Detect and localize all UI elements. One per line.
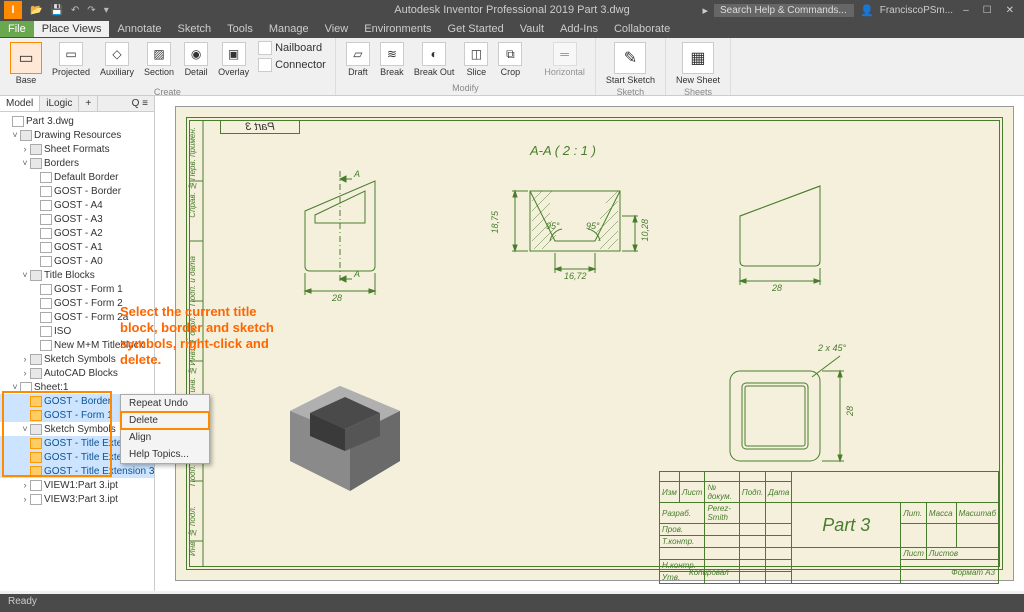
help-search-input[interactable]: Search Help & Commands...	[714, 4, 854, 17]
section-title: A-A ( 2 : 1 )	[530, 143, 596, 158]
btn-auxiliary[interactable]: ◇Auxiliary	[96, 40, 138, 79]
btn-crop[interactable]: ⧉Crop	[494, 40, 526, 79]
app-logo: I	[4, 1, 22, 19]
tree-borders-folder[interactable]: ˅Borders	[0, 156, 154, 170]
btn-base[interactable]: ▭Base	[6, 40, 46, 87]
tree-tb-item[interactable]: GOST - Form 2a	[0, 310, 154, 324]
tab-sketch[interactable]: Sketch	[170, 21, 220, 37]
tree-border-item[interactable]: GOST - A1	[0, 240, 154, 254]
tree-border-item[interactable]: GOST - A2	[0, 226, 154, 240]
ctx-delete[interactable]: Delete	[121, 412, 209, 429]
tree-titleblocks-folder[interactable]: ˅Title Blocks	[0, 268, 154, 282]
sheet-top-label: Part 3	[220, 120, 300, 134]
ribbon-tabs: File Place Views Annotate Sketch Tools M…	[0, 20, 1024, 38]
signin-icon[interactable]: 👤	[860, 4, 874, 17]
tree-view[interactable]: ›VIEW3:Part 3.ipt	[0, 492, 154, 506]
tree-drawing-resources[interactable]: ˅Drawing Resources	[0, 128, 154, 142]
search-icon: ▸	[702, 4, 708, 17]
ctx-repeat-undo[interactable]: Repeat Undo	[121, 395, 209, 412]
btn-detail[interactable]: ◉Detail	[180, 40, 212, 79]
tree-sketch-symbols[interactable]: ›Sketch Symbols	[0, 352, 154, 366]
tree-autocad-blocks[interactable]: ›AutoCAD Blocks	[0, 366, 154, 380]
view-front: A A 28	[270, 151, 410, 311]
qat-open-icon[interactable]: 📂	[30, 5, 42, 16]
close-icon[interactable]: ✕	[1002, 5, 1018, 16]
group-modify: Modify	[342, 83, 589, 93]
btn-nailboard[interactable]: Nailboard	[255, 40, 329, 56]
tree-tb-item[interactable]: ISO	[0, 324, 154, 338]
status-bar: Ready	[0, 594, 1024, 612]
btn-breakout[interactable]: ◐Break Out	[410, 40, 459, 79]
window-title: Autodesk Inventor Professional 2019 Part…	[394, 4, 629, 16]
tab-environments[interactable]: Environments	[356, 21, 439, 37]
view-side: 28	[710, 161, 860, 311]
maximize-icon[interactable]: ☐	[979, 5, 996, 16]
side-grid	[190, 121, 204, 566]
model-browser: Model iLogic + Q ≡ Part 3.dwg ˅Drawing R…	[0, 96, 155, 591]
browser-tab-ilogic[interactable]: iLogic	[40, 96, 79, 111]
view-section: 16,72 18,75 10,28 95° 95°	[480, 161, 660, 311]
title-block: ИзмЛист№ докум.Подп.Дата Разраб.Perez-Sm…	[659, 471, 999, 566]
qat-more-icon[interactable]: ▾	[104, 5, 109, 16]
ctx-help[interactable]: Help Topics...	[121, 446, 209, 463]
tab-get-started[interactable]: Get Started	[440, 21, 512, 37]
tab-place-views[interactable]: Place Views	[34, 21, 110, 37]
tree-root[interactable]: Part 3.dwg	[0, 114, 154, 128]
user-name[interactable]: FranciscoPSm...	[880, 5, 953, 16]
btn-connector[interactable]: Connector	[255, 57, 329, 73]
drawing-sheet: Part 3 Инв. № подл. Подп. и дата Взам. и…	[175, 106, 1014, 581]
btn-overlay[interactable]: ▣Overlay	[214, 40, 253, 79]
tab-annotate[interactable]: Annotate	[109, 21, 169, 37]
tree-border-item[interactable]: GOST - A4	[0, 198, 154, 212]
tree-view[interactable]: ›VIEW1:Part 3.ipt	[0, 478, 154, 492]
drawing-canvas[interactable]: Part 3 Инв. № подл. Подп. и дата Взам. и…	[155, 96, 1024, 591]
tree-tb-item[interactable]: New M+M Titleblock	[0, 338, 154, 352]
tree-border-item[interactable]: Default Border	[0, 170, 154, 184]
tab-view[interactable]: View	[317, 21, 357, 37]
context-menu: Repeat Undo Delete Align Help Topics...	[120, 394, 210, 464]
minimize-icon[interactable]: –	[959, 5, 973, 16]
tab-addins[interactable]: Add-Ins	[552, 21, 606, 37]
tab-manage[interactable]: Manage	[261, 21, 317, 37]
tree-border-item[interactable]: GOST - Border	[0, 184, 154, 198]
tree-border-item[interactable]: GOST - A0	[0, 254, 154, 268]
tree-sheet1[interactable]: ˅Sheet:1	[0, 380, 154, 394]
tab-vault[interactable]: Vault	[512, 21, 552, 37]
tree-sheet-formats[interactable]: ›Sheet Formats	[0, 142, 154, 156]
browser-search-icon[interactable]: Q ≡	[126, 96, 154, 111]
browser-tab-model[interactable]: Model	[0, 96, 40, 111]
btn-new-sheet[interactable]: ▦New Sheet	[672, 40, 724, 87]
btn-draft[interactable]: ▱Draft	[342, 40, 374, 79]
tab-file[interactable]: File	[0, 21, 34, 37]
tab-tools[interactable]: Tools	[219, 21, 261, 37]
tree-sheet-sym[interactable]: GOST - Title Extension 3	[0, 464, 154, 478]
qat-save-icon[interactable]: 💾	[50, 5, 62, 16]
btn-start-sketch[interactable]: ✎Start Sketch	[602, 40, 659, 87]
tab-collaborate[interactable]: Collaborate	[606, 21, 678, 37]
btn-projected[interactable]: ▭Projected	[48, 40, 94, 79]
qat-redo-icon[interactable]: ↷	[87, 5, 95, 16]
browser-tab-add[interactable]: +	[79, 96, 98, 111]
view-top: 2 x 45° 28	[690, 341, 870, 491]
btn-horizontal[interactable]: ═Horizontal	[540, 40, 589, 79]
btn-break[interactable]: ≋Break	[376, 40, 408, 79]
tree-tb-item[interactable]: GOST - Form 1	[0, 282, 154, 296]
tree-border-item[interactable]: GOST - A3	[0, 212, 154, 226]
btn-section[interactable]: ▨Section	[140, 40, 178, 79]
view-isometric	[250, 341, 430, 511]
tree-tb-item[interactable]: GOST - Form 2	[0, 296, 154, 310]
btn-slice[interactable]: ◫Slice	[460, 40, 492, 79]
qat-undo-icon[interactable]: ↶	[71, 5, 79, 16]
ctx-align[interactable]: Align	[121, 429, 209, 446]
